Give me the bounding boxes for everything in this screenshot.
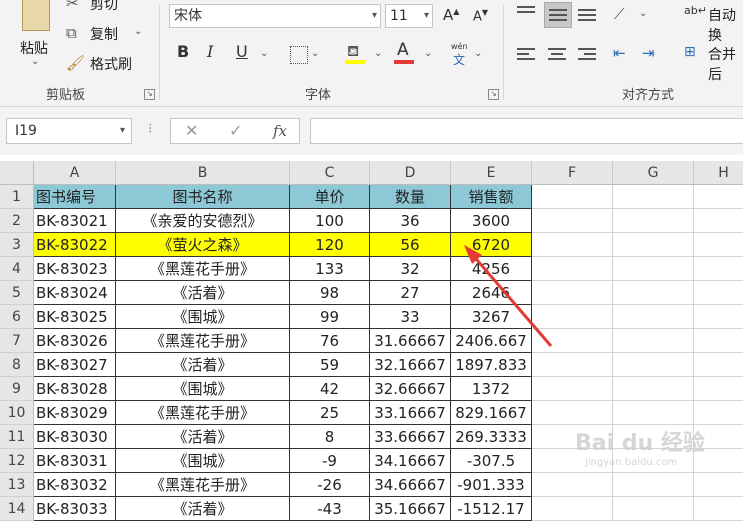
- watermark-sub: jingyan.baidu.com: [585, 457, 678, 468]
- watermark-main: Bai du 经验: [575, 431, 705, 456]
- watermark: Bai du 经验 jingyan.baidu.com: [575, 425, 705, 468]
